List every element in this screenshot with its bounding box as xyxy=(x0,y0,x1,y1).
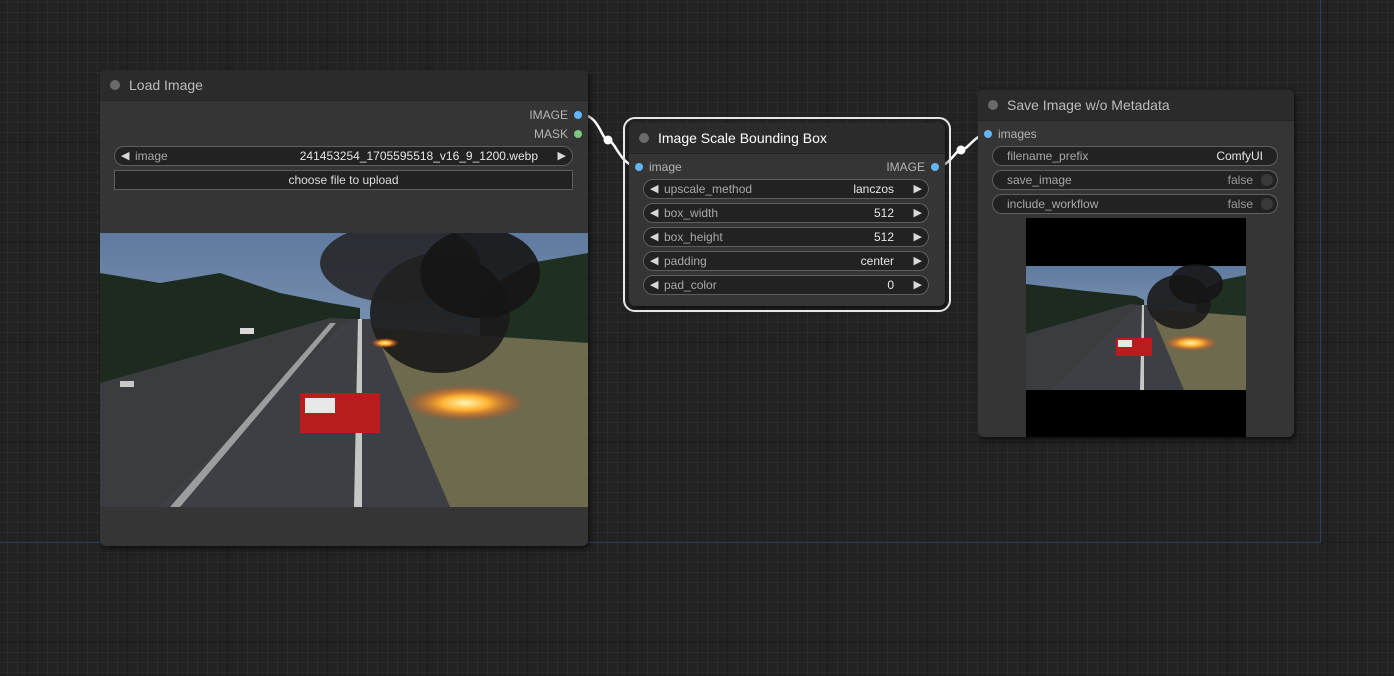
node-title: Save Image w/o Metadata xyxy=(1007,97,1170,113)
increment-arrow-icon[interactable]: ▶ xyxy=(914,204,922,222)
decrement-arrow-icon[interactable]: ◀ xyxy=(121,147,129,165)
node-graph-canvas[interactable]: Load Image IMAGE MASK ◀ image 241453254_… xyxy=(0,0,1394,676)
slot-label: MASK xyxy=(533,127,568,141)
image-output-dot-icon[interactable] xyxy=(574,111,582,119)
padding-widget[interactable]: ◀ padding center ▶ xyxy=(643,251,929,271)
widget-label: save_image xyxy=(1007,173,1072,187)
image-input-dot-icon[interactable] xyxy=(635,163,643,171)
result-preview-image xyxy=(1026,218,1246,437)
increment-arrow-icon[interactable]: ▶ xyxy=(558,147,566,165)
slot-label: image xyxy=(649,160,682,174)
widget-label: filename_prefix xyxy=(1007,149,1089,163)
node-title: Load Image xyxy=(129,77,203,93)
toggle-knob-icon[interactable] xyxy=(1261,174,1273,186)
box-width-widget[interactable]: ◀ box_width 512 ▶ xyxy=(643,203,929,223)
widget-label: padding xyxy=(664,254,707,268)
image-input-dot-icon[interactable] xyxy=(984,130,992,138)
mask-output-dot-icon[interactable] xyxy=(574,130,582,138)
widget-value: lanczos xyxy=(853,182,894,196)
increment-arrow-icon[interactable]: ▶ xyxy=(914,276,922,294)
output-slot-image[interactable]: IMAGE xyxy=(468,107,582,123)
input-slot-images[interactable]: images xyxy=(984,126,1098,142)
filename-prefix-widget[interactable]: filename_prefix ComfyUI xyxy=(992,146,1278,166)
collapse-dot-icon[interactable] xyxy=(110,80,120,90)
collapse-dot-icon[interactable] xyxy=(988,100,998,110)
pad-color-widget[interactable]: ◀ pad_color 0 ▶ xyxy=(643,275,929,295)
widget-value: 512 xyxy=(873,206,894,220)
include-workflow-toggle[interactable]: include_workflow false xyxy=(992,194,1278,214)
box-height-widget[interactable]: ◀ box_height 512 ▶ xyxy=(643,227,929,247)
decrement-arrow-icon[interactable]: ◀ xyxy=(650,204,658,222)
slot-label: IMAGE xyxy=(529,108,568,122)
widget-value: false xyxy=(1227,197,1253,211)
node-title: Image Scale Bounding Box xyxy=(658,130,827,146)
slot-label: images xyxy=(998,127,1037,141)
output-slot-image[interactable]: IMAGE xyxy=(825,159,939,175)
widget-label: upscale_method xyxy=(664,182,753,196)
increment-arrow-icon[interactable]: ▶ xyxy=(914,228,922,246)
widget-value: 0 xyxy=(887,278,894,292)
node-title-bar[interactable]: Image Scale Bounding Box xyxy=(629,123,945,154)
widget-value: 241453254_1705595518_v16_9_1200.webp xyxy=(299,149,538,163)
node-title-bar[interactable]: Save Image w/o Metadata xyxy=(978,90,1294,121)
image-scale-bounding-box-node[interactable]: Image Scale Bounding Box image IMAGE ◀ u… xyxy=(623,117,951,312)
decrement-arrow-icon[interactable]: ◀ xyxy=(650,180,658,198)
slot-label: IMAGE xyxy=(886,160,925,174)
input-slot-image[interactable]: image xyxy=(635,159,749,175)
upscale-method-widget[interactable]: ◀ upscale_method lanczos ▶ xyxy=(643,179,929,199)
widget-label: include_workflow xyxy=(1007,197,1099,211)
upload-button[interactable]: choose file to upload xyxy=(114,170,573,190)
decrement-arrow-icon[interactable]: ◀ xyxy=(650,228,658,246)
image-combo-widget[interactable]: ◀ image 241453254_1705595518_v16_9_1200.… xyxy=(114,146,573,166)
toggle-knob-icon[interactable] xyxy=(1261,198,1273,210)
increment-arrow-icon[interactable]: ▶ xyxy=(914,180,922,198)
decrement-arrow-icon[interactable]: ◀ xyxy=(650,276,658,294)
save-image-node[interactable]: Save Image w/o Metadata images filename_… xyxy=(978,90,1294,437)
widget-label: pad_color xyxy=(664,278,717,292)
image-output-dot-icon[interactable] xyxy=(931,163,939,171)
output-slot-mask[interactable]: MASK xyxy=(468,126,582,142)
widget-value: center xyxy=(860,254,894,268)
increment-arrow-icon[interactable]: ▶ xyxy=(914,252,922,270)
preview-image xyxy=(100,233,588,507)
widget-label: image xyxy=(135,149,168,163)
load-image-node[interactable]: Load Image IMAGE MASK ◀ image 241453254_… xyxy=(100,70,588,546)
widget-label: box_height xyxy=(664,230,723,244)
save-image-toggle[interactable]: save_image false xyxy=(992,170,1278,190)
widget-value: false xyxy=(1227,173,1253,187)
widget-label: box_width xyxy=(664,206,719,220)
widget-value: ComfyUI xyxy=(1216,149,1263,163)
widget-value: 512 xyxy=(873,230,894,244)
node-title-bar[interactable]: Load Image xyxy=(100,70,588,101)
decrement-arrow-icon[interactable]: ◀ xyxy=(650,252,658,270)
collapse-dot-icon[interactable] xyxy=(639,133,649,143)
